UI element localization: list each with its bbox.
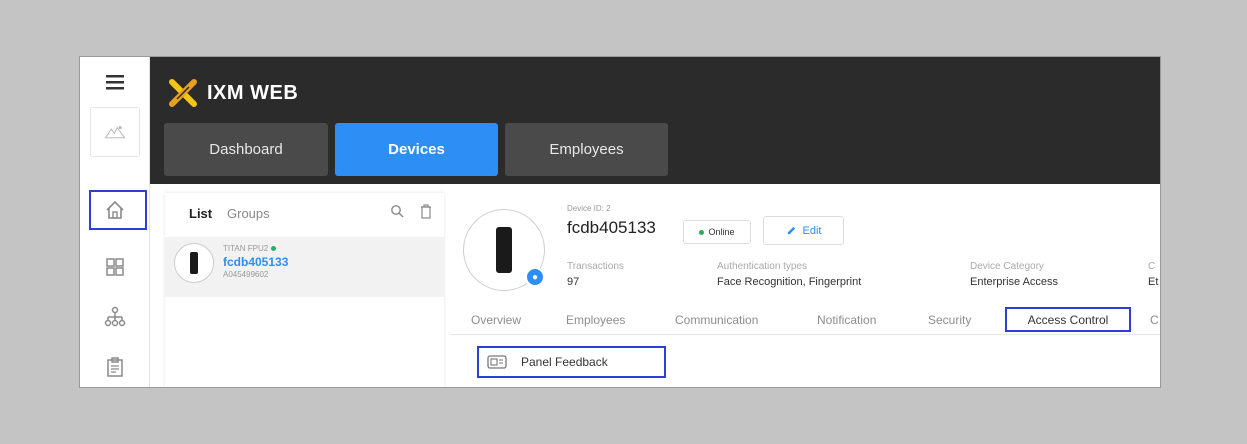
stat-label: Transactions — [567, 261, 624, 272]
stat-value: Enterprise Access — [970, 276, 1059, 288]
device-name: fcdb405133 — [223, 255, 289, 269]
device-detail: ● Device ID: 2 fcdb405133 Online Edit Tr… — [450, 193, 1160, 387]
panel-feedback-label: Panel Feedback — [521, 355, 608, 369]
tab-notification[interactable]: Notification — [817, 313, 876, 327]
nav-tab-dashboard[interactable]: Dashboard — [164, 123, 328, 176]
pencil-icon — [787, 226, 795, 235]
device-model: TITAN FPU2 — [223, 244, 277, 253]
status-text: Online — [708, 227, 735, 237]
panel-feedback-item[interactable]: Panel Feedback — [477, 346, 666, 378]
rail-devices-button[interactable] — [80, 247, 150, 287]
biometric-badge-icon: ● — [525, 267, 545, 287]
nav-tab-employees[interactable]: Employees — [505, 123, 668, 176]
device-list-item[interactable]: TITAN FPU2 fcdb405133 A045499602 — [165, 237, 444, 297]
clipboard-icon — [107, 357, 123, 377]
home-highlight — [89, 190, 147, 230]
tab-overview[interactable]: Overview — [471, 313, 521, 327]
org-logo — [80, 107, 150, 157]
menu-icon[interactable] — [80, 65, 150, 99]
device-list-panel: List Groups TITAN FPU2 fcdb405133 A04549… — [165, 193, 444, 387]
device-title: fcdb405133 — [567, 218, 656, 237]
devices-icon — [106, 258, 124, 276]
device-id: Device ID: 2 — [567, 204, 611, 213]
edit-button[interactable]: Edit — [763, 216, 844, 245]
stat-value: 97 — [567, 276, 580, 288]
ixm-logo-icon — [169, 79, 197, 107]
rail-organization-button[interactable] — [80, 297, 150, 337]
tab-security[interactable]: Security — [928, 313, 971, 327]
online-dot — [699, 229, 705, 235]
edit-label: Edit — [802, 224, 822, 237]
stat-value: Face Recognition, Fingerprint — [717, 276, 862, 288]
device-thumbnail — [174, 243, 214, 283]
device-serial: A045499602 — [223, 270, 269, 279]
panel-icon — [487, 355, 507, 369]
stat-label: Device Category — [970, 261, 1044, 272]
search-icon[interactable] — [390, 204, 404, 218]
rail-home-button[interactable] — [80, 190, 150, 230]
nav-tab-devices[interactable]: Devices — [335, 123, 498, 176]
device-model-text: TITAN FPU2 — [223, 244, 269, 253]
device-tabs: Overview Employees Communication Notific… — [450, 307, 1160, 335]
left-rail — [80, 57, 150, 387]
rail-reports-button[interactable] — [80, 347, 150, 387]
stat-label: Authentication types — [717, 261, 808, 272]
status-badge: Online — [683, 220, 751, 244]
top-header: IXM WEB Dashboard Devices Employees — [150, 57, 1160, 184]
brand: IXM WEB — [169, 79, 298, 107]
app-window: IXM WEB Dashboard Devices Employees List… — [79, 56, 1161, 388]
org-logo-icon — [90, 107, 140, 157]
groups-tab[interactable]: Groups — [227, 206, 270, 221]
tab-communication[interactable]: Communication — [675, 313, 758, 327]
online-dot — [271, 246, 277, 252]
list-panel-header: List Groups — [165, 193, 444, 233]
tab-employees[interactable]: Employees — [566, 313, 625, 327]
app-title: IXM WEB — [207, 81, 299, 104]
organization-icon — [104, 306, 126, 327]
stat-label: C — [1148, 261, 1156, 272]
tab-access-control[interactable]: Access Control — [1005, 307, 1131, 332]
tab-overflow[interactable]: C — [1150, 313, 1159, 327]
stat-value: Et — [1148, 276, 1159, 288]
list-tab[interactable]: List — [189, 206, 212, 221]
trash-icon[interactable] — [419, 203, 433, 219]
